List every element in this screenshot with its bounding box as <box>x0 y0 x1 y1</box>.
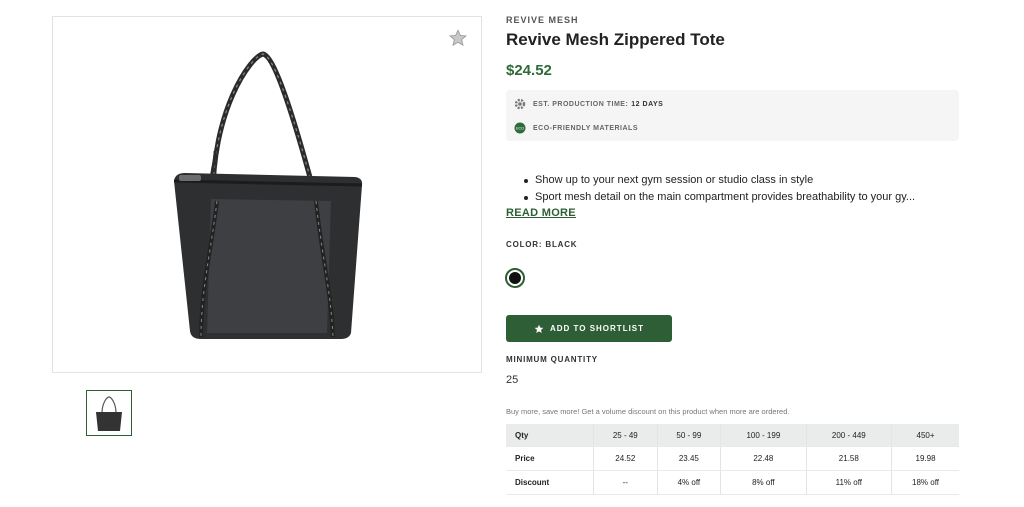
swatch-fill <box>509 272 521 284</box>
table-cell: 11% off <box>806 470 893 495</box>
table-header-row: Qty 25 - 49 50 - 99 100 - 199 200 - 449 … <box>506 424 959 447</box>
table-cell: 50 - 99 <box>657 424 722 447</box>
minimum-quantity-value: 25 <box>506 374 519 386</box>
read-more-link[interactable]: READ MORE <box>506 207 576 219</box>
eco-badge-text: ECO <box>516 127 524 131</box>
production-info-box: EST. PRODUCTION TIME: 12 DAYS ECO ECO-FR… <box>506 90 959 141</box>
product-title: Revive Mesh Zippered Tote <box>506 30 725 49</box>
table-cell: 100 - 199 <box>720 424 807 447</box>
eco-label: ECO-FRIENDLY MATERIALS <box>533 124 638 132</box>
brand-name: REVIVE MESH <box>506 15 579 25</box>
thumbnail-bag-icon <box>96 396 122 431</box>
product-image-frame <box>52 16 482 373</box>
minimum-quantity-label: MINIMUM QUANTITY <box>506 355 598 364</box>
product-price: $24.52 <box>506 62 552 79</box>
product-photo <box>173 51 363 339</box>
color-swatch-black[interactable] <box>505 268 525 288</box>
table-row: Discount -- 4% off 8% off 11% off 18% of… <box>506 470 959 495</box>
production-time-row: EST. PRODUCTION TIME: 12 DAYS <box>514 97 663 111</box>
favorite-star-icon[interactable] <box>449 29 467 47</box>
volume-discount-note: Buy more, save more! Get a volume discou… <box>506 407 790 416</box>
production-time-label: EST. PRODUCTION TIME: <box>533 100 629 108</box>
table-cell: 200 - 449 <box>806 424 893 447</box>
table-cell: 4% off <box>657 470 722 495</box>
table-cell: 25 - 49 <box>593 424 658 447</box>
product-thumbnail[interactable] <box>86 390 132 436</box>
description-list: Show up to your next gym session or stud… <box>522 172 962 206</box>
table-cell: Discount <box>506 470 594 495</box>
table-cell: 24.52 <box>593 446 658 471</box>
table-cell: 8% off <box>720 470 807 495</box>
production-time-value: 12 DAYS <box>631 100 664 108</box>
description-bullet: Show up to your next gym session or stud… <box>522 172 967 189</box>
volume-pricing-table: Qty 25 - 49 50 - 99 100 - 199 200 - 449 … <box>506 424 959 495</box>
gear-icon <box>514 98 526 110</box>
table-cell: 19.98 <box>891 446 959 471</box>
description-bullet: Sport mesh detail on the main compartmen… <box>522 189 967 206</box>
add-to-shortlist-button[interactable]: ADD TO SHORTLIST <box>506 315 672 342</box>
star-icon <box>534 324 544 333</box>
table-cell: 23.45 <box>657 446 722 471</box>
add-to-shortlist-label: ADD TO SHORTLIST <box>549 324 645 333</box>
table-cell: 22.48 <box>720 446 807 471</box>
table-cell: Qty <box>506 424 594 447</box>
table-cell: 450+ <box>891 424 959 447</box>
table-cell: 18% off <box>891 470 959 495</box>
eco-row: ECO ECO-FRIENDLY MATERIALS <box>514 121 638 135</box>
table-cell: -- <box>593 470 658 495</box>
table-cell: 21.58 <box>806 446 893 471</box>
color-label: COLOR: BLACK <box>506 240 578 249</box>
eco-badge-icon: ECO <box>514 122 526 134</box>
table-cell: Price <box>506 446 594 471</box>
table-row: Price 24.52 23.45 22.48 21.58 19.98 <box>506 446 959 471</box>
